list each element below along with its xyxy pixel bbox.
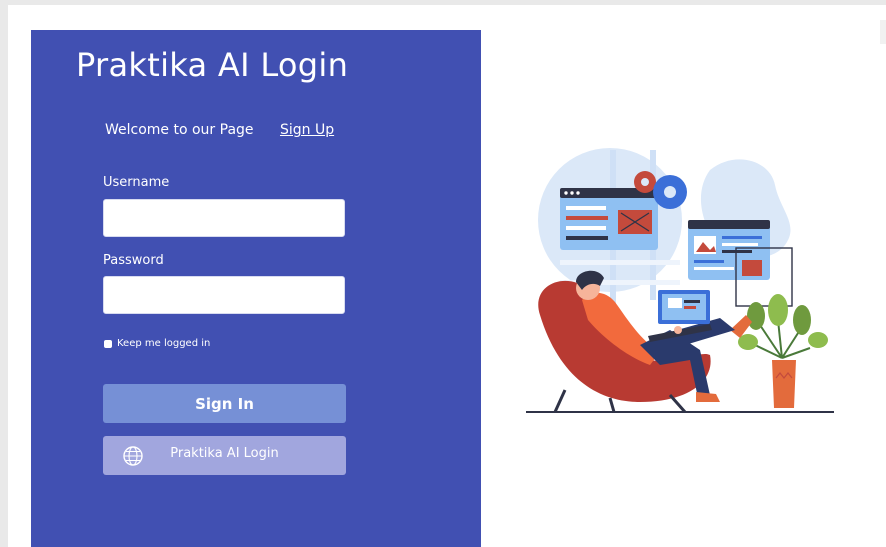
remember-checkbox[interactable]: Keep me logged in <box>104 338 210 349</box>
sign-up-link[interactable]: Sign Up <box>280 122 334 138</box>
page-title: Praktika AI Login <box>76 46 349 84</box>
username-field[interactable] <box>103 199 345 237</box>
praktika-ai-login-button[interactable]: Praktika AI Login <box>103 436 346 475</box>
password-field[interactable] <box>103 276 345 314</box>
sign-in-button[interactable]: Sign In <box>103 384 346 423</box>
welcome-text: Welcome to our Page <box>105 122 254 138</box>
ai-login-label: Praktika AI Login <box>170 446 279 461</box>
username-label: Username <box>103 175 170 190</box>
login-panel: Praktika AI Login Welcome to our Page Si… <box>31 30 481 547</box>
welcome-row: Welcome to our Page Sign Up <box>105 122 334 138</box>
checkbox-icon[interactable] <box>104 339 112 348</box>
person-with-laptop-illustration <box>526 148 834 413</box>
password-label: Password <box>103 253 164 268</box>
scrollbar[interactable] <box>880 20 886 44</box>
remember-label: Keep me logged in <box>117 338 211 349</box>
